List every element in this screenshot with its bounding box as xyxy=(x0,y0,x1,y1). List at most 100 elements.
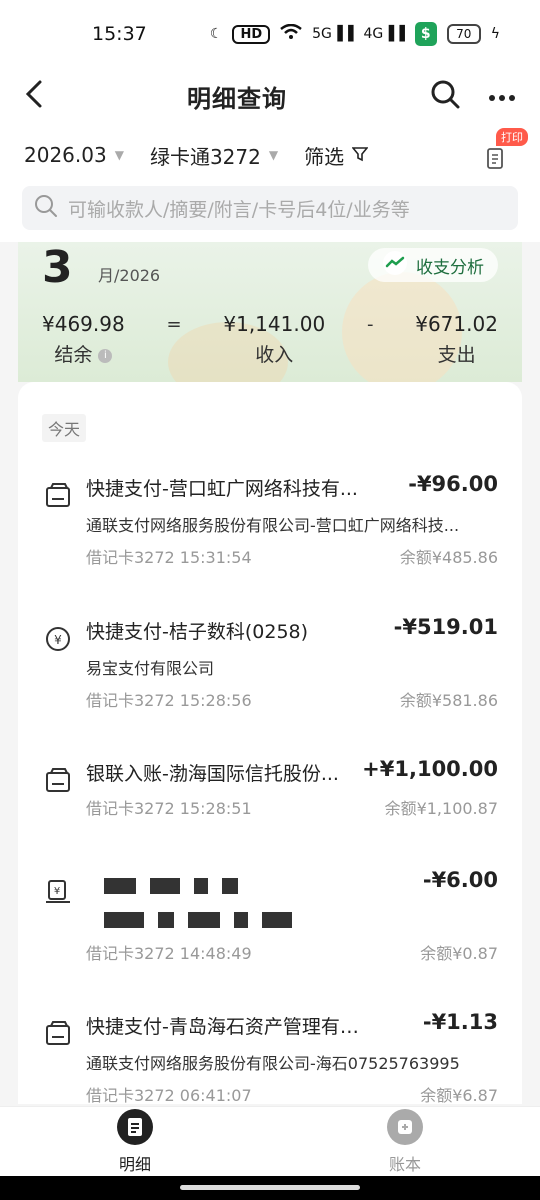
transaction-name: 快捷支付-桔子数科(0258) xyxy=(86,621,309,643)
receipt-icon xyxy=(44,767,72,795)
month-filter-label: 2026.03 xyxy=(24,143,107,167)
card-filter[interactable]: 绿卡通3272 ▼ xyxy=(150,141,278,170)
screen-filter-label: 筛选 xyxy=(304,144,345,169)
card-filter-label: 绿卡通3272 xyxy=(149,144,261,169)
print-button[interactable]: 打印 xyxy=(478,128,528,180)
transaction-balance: 余额¥485.86 xyxy=(399,548,498,567)
expense-stat: ¥671.02 支出 xyxy=(415,312,498,367)
section-label: 今天 xyxy=(42,414,87,442)
funnel-icon xyxy=(351,143,369,167)
transaction-name: 银联入账-渤海国际信托股份... xyxy=(86,763,339,785)
svg-text:¥: ¥ xyxy=(54,886,60,897)
transaction-meta: 借记卡3272 15:31:54 xyxy=(86,548,252,567)
transaction-meta: 借记卡3272 15:28:51 xyxy=(86,799,252,818)
transaction-row[interactable]: 银联入账-渤海国际信托股份... +¥1,100.00 借记卡3272 15:2… xyxy=(18,757,522,819)
transaction-counterparty: 通联支付网络服务股份有限公司-营口虹广网络科技... xyxy=(86,516,460,535)
search-icon[interactable] xyxy=(430,79,460,113)
nav-actions xyxy=(430,79,516,113)
nav-bar: 明细查询 xyxy=(0,68,540,124)
transaction-balance: 余额¥6.87 xyxy=(420,1086,498,1104)
status-bar: 15:37 ☾ HD 5G▐▐ 4G▐▐ $ 70 ϟ xyxy=(0,0,540,68)
screen-filter[interactable]: 筛选 xyxy=(304,141,369,170)
transaction-meta: 借记卡3272 06:41:07 xyxy=(86,1086,252,1104)
search-icon xyxy=(34,194,58,223)
page-title: 明细查询 xyxy=(187,84,287,113)
caret-down-icon: ▼ xyxy=(268,148,279,162)
expense-label: 支出 xyxy=(437,344,476,366)
shield-icon: $ xyxy=(414,22,437,46)
analysis-button[interactable]: 收支分析 xyxy=(368,248,498,282)
document-icon xyxy=(484,146,508,176)
search-placeholder: 可输收款人/摘要/附言/卡号后4位/业务等 xyxy=(68,198,410,221)
refund-icon: ¥ xyxy=(44,625,72,653)
svg-text:¥: ¥ xyxy=(54,633,62,647)
bill-icon: ¥ xyxy=(44,878,72,906)
signal-5g-icon: 5G▐▐ xyxy=(312,26,354,42)
status-icons: ☾ HD 5G▐▐ 4G▐▐ $ 70 ϟ xyxy=(210,22,500,46)
analysis-label: 收支分析 xyxy=(416,257,484,278)
expense-amount: ¥671.02 xyxy=(415,312,498,336)
redacted-text xyxy=(104,912,432,932)
equals-sign: = xyxy=(166,314,182,335)
month-number: 3 xyxy=(42,242,73,293)
transaction-amount: -¥1.13 xyxy=(422,1010,498,1034)
tab-ledger-label: 账本 xyxy=(388,1154,421,1174)
hd-icon: HD xyxy=(232,24,271,44)
transaction-name: 快捷支付-营口虹广网络科技有... xyxy=(86,478,358,500)
wifi-icon xyxy=(280,23,302,44)
balance-amount: ¥469.98 xyxy=(42,312,125,336)
transaction-list: 今天 快捷支付-营口虹广网络科技有... -¥96.00 通联支付网络服务股份有… xyxy=(18,382,522,1104)
transaction-row[interactable]: 快捷支付-营口虹广网络科技有... -¥96.00 通联支付网络服务股份有限公司… xyxy=(18,472,522,567)
tab-detail-label: 明细 xyxy=(118,1154,151,1174)
transaction-amount: -¥96.00 xyxy=(408,472,498,496)
balance-label: 结余 i xyxy=(42,340,125,367)
transaction-row[interactable]: ¥ -¥6.00 借记卡3272 14:48:49 余额¥0.87 xyxy=(18,868,522,963)
transaction-counterparty: 易宝支付有限公司 xyxy=(86,659,215,678)
trend-icon xyxy=(382,250,408,281)
transaction-row[interactable]: ¥ 快捷支付-桔子数科(0258) -¥519.01 易宝支付有限公司 借记卡3… xyxy=(18,615,522,710)
tab-ledger[interactable]: 账本 xyxy=(270,1107,540,1176)
transaction-amount: -¥519.01 xyxy=(393,615,498,639)
home-indicator[interactable] xyxy=(180,1185,360,1190)
search-row: 可输收款人/摘要/附言/卡号后4位/业务等 xyxy=(0,186,540,242)
transaction-balance: 余额¥581.86 xyxy=(399,691,498,710)
system-home-bar xyxy=(0,1176,540,1200)
signal-4g-icon: 4G▐▐ xyxy=(363,26,405,42)
caret-down-icon: ▼ xyxy=(114,148,124,162)
bottom-tab-bar: 明细 账本 xyxy=(0,1106,540,1176)
transaction-amount: +¥1,100.00 xyxy=(362,757,498,781)
search-input[interactable]: 可输收款人/摘要/附言/卡号后4位/业务等 xyxy=(22,186,518,230)
income-label: 收入 xyxy=(255,344,294,366)
receipt-icon xyxy=(44,1020,72,1048)
more-icon[interactable] xyxy=(488,87,516,106)
transaction-row[interactable]: 快捷支付-青岛海石资产管理有限... -¥1.13 通联支付网络服务股份有限公司… xyxy=(18,1010,522,1104)
monthly-summary: 3 月/2026 收支分析 ¥469.98 结余 i = ¥1,141.00 收… xyxy=(18,242,522,382)
balance-stat: ¥469.98 结余 i xyxy=(42,312,125,367)
transaction-meta: 借记卡3272 15:28:56 xyxy=(86,691,252,710)
ledger-tab-icon xyxy=(387,1108,423,1145)
moon-icon: ☾ xyxy=(209,26,223,42)
charging-icon: ϟ xyxy=(490,26,500,42)
transaction-amount: -¥6.00 xyxy=(422,868,498,892)
minus-sign: - xyxy=(366,314,374,335)
summary-stats: ¥469.98 结余 i = ¥1,141.00 收入 - ¥671.02 支出 xyxy=(18,312,522,367)
income-amount: ¥1,141.00 xyxy=(223,312,326,336)
detail-tab-icon xyxy=(117,1108,153,1145)
battery-icon: 70 xyxy=(446,24,481,44)
back-icon[interactable] xyxy=(24,79,44,113)
transaction-counterparty: 通联支付网络服务股份有限公司-海石07525763995 xyxy=(86,1054,460,1073)
redacted-text xyxy=(104,878,432,898)
tab-detail[interactable]: 明细 xyxy=(0,1107,270,1176)
transaction-balance: 余额¥0.87 xyxy=(420,944,498,963)
month-year: 月/2026 xyxy=(98,266,161,285)
filter-bar: 2026.03 ▼ 绿卡通3272 ▼ 筛选 打印 xyxy=(0,124,540,186)
income-stat: ¥1,141.00 收入 xyxy=(223,312,325,367)
info-icon[interactable]: i xyxy=(98,348,113,363)
status-time: 15:37 xyxy=(92,23,147,45)
transaction-name: 快捷支付-青岛海石资产管理有限... xyxy=(86,1016,376,1038)
transaction-balance: 余额¥1,100.87 xyxy=(384,799,498,818)
receipt-icon xyxy=(44,482,72,510)
transaction-meta: 借记卡3272 14:48:49 xyxy=(86,944,252,963)
month-filter[interactable]: 2026.03 ▼ xyxy=(24,143,124,167)
print-badge: 打印 xyxy=(496,128,528,146)
